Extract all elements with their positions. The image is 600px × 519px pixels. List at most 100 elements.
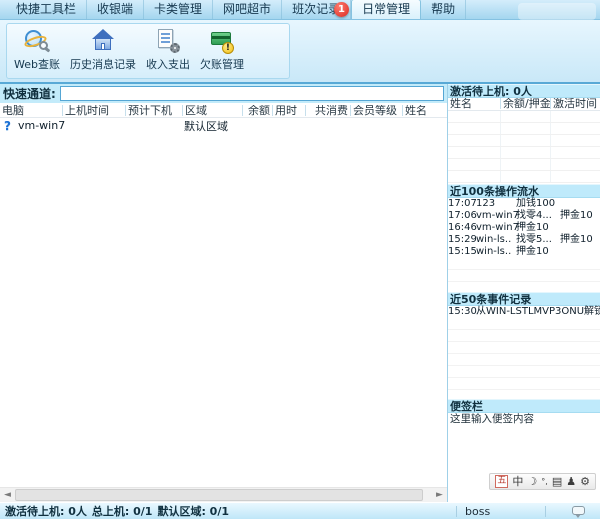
col-computer[interactable]: 电脑 xyxy=(0,105,62,116)
op-time: 15:29 xyxy=(448,234,476,246)
col-expected-end[interactable]: 预计下机 xyxy=(125,105,182,116)
chinese-mode-icon[interactable]: 中 xyxy=(512,475,523,488)
settings-wrench-icon[interactable]: ⚙ xyxy=(580,475,590,488)
event-text: 从WIN-LSTLMVP3ONU解锁 xyxy=(476,306,600,318)
right-side-panel: 激活待上机: 0人 姓名 余额/押金 激活时间 近100条操作流水 17:07 … xyxy=(448,84,600,502)
op-target: win-ls.. xyxy=(476,246,516,258)
status-bar: 激活待上机: 0人 总上机: 0/1 默认区域: 0/1 boss xyxy=(0,502,600,519)
quick-channel-input[interactable] xyxy=(60,86,444,101)
toolbox-icon[interactable]: ♟ xyxy=(566,475,576,488)
notes-input[interactable]: 这里输入便签内容 xyxy=(448,413,600,426)
empty-row xyxy=(448,318,600,330)
tab-cashier[interactable]: 收银端 xyxy=(87,0,144,19)
col-area[interactable]: 区域 xyxy=(182,105,242,116)
notes-section: 便签栏 这里输入便签内容 xyxy=(448,399,600,426)
operations-section-title: 近100条操作流水 xyxy=(448,184,600,198)
op-target: win-ls.. xyxy=(476,234,516,246)
op-action: 找零5... xyxy=(516,234,560,246)
col-used-time[interactable]: 用时 xyxy=(272,105,305,116)
message-bubble-icon[interactable] xyxy=(572,506,585,515)
quick-channel-bar: 快速通道: xyxy=(0,84,447,103)
col-act-name[interactable]: 姓名 xyxy=(448,98,500,109)
op-target: vm-win7 xyxy=(476,210,516,222)
op-action: 押金10 xyxy=(516,222,560,234)
empty-row xyxy=(448,123,600,135)
empty-row xyxy=(448,135,600,147)
empty-row xyxy=(448,147,600,159)
tab-quick-toolbar[interactable]: 快捷工具栏 xyxy=(6,0,87,19)
soft-keyboard-icon[interactable]: ▤ xyxy=(552,475,562,488)
ribbon-toolbar: Web查账 历史消息记录 收入支出 ! 欠账管理 xyxy=(0,20,600,84)
web-audit-icon xyxy=(24,28,50,54)
operator-name: boss xyxy=(465,505,490,518)
empty-row xyxy=(448,342,600,354)
col-balance[interactable]: 余额 xyxy=(242,105,272,116)
computer-name: vm-win7 xyxy=(16,119,67,132)
empty-row xyxy=(448,258,600,270)
scrollbar-thumb[interactable] xyxy=(15,489,423,501)
op-extra: 押金10 xyxy=(560,234,600,246)
ribbon-group: Web查账 历史消息记录 收入支出 ! 欠账管理 xyxy=(6,23,290,79)
operations-section: 近100条操作流水 17:07 123 加钱100 17:06 vm-win7 … xyxy=(448,184,600,294)
op-time: 15:15 xyxy=(448,246,476,258)
events-section-title: 近50条事件记录 xyxy=(448,292,600,306)
empty-row xyxy=(448,378,600,390)
tab-daily-management[interactable]: 日常管理 xyxy=(351,0,421,19)
history-message-icon xyxy=(90,28,116,54)
op-extra xyxy=(560,198,600,210)
debt-management-icon: ! xyxy=(209,28,235,54)
op-action: 找零4... xyxy=(516,210,560,222)
tab-cafe-market[interactable]: 网吧超市 xyxy=(213,0,282,19)
notes-section-title: 便签栏 xyxy=(448,399,600,413)
col-act-deposit[interactable]: 余额/押金 xyxy=(500,98,550,109)
income-expense-label: 收入支出 xyxy=(146,56,190,72)
status-divider xyxy=(545,506,546,517)
quick-channel-label: 快速通道: xyxy=(3,85,56,102)
web-audit-button[interactable]: Web查账 xyxy=(9,26,65,76)
empty-row xyxy=(448,270,600,282)
col-member-level[interactable]: 会员等级 xyxy=(350,105,402,116)
op-time: 16:46 xyxy=(448,222,476,234)
horizontal-scrollbar[interactable]: ◄ ► xyxy=(0,487,447,502)
status-divider xyxy=(456,506,457,517)
col-start-time[interactable]: 上机时间 xyxy=(62,105,125,116)
status-default-area: 默认区域: 0/1 xyxy=(157,503,229,519)
op-extra xyxy=(560,222,600,234)
activation-section-title: 激活待上机: 0人 xyxy=(448,84,600,98)
operation-row: 17:07 123 加钱100 xyxy=(448,198,600,210)
empty-row xyxy=(448,111,600,123)
status-activation: 激活待上机: 0人 xyxy=(5,503,87,519)
tab-help[interactable]: 帮助 xyxy=(421,0,466,19)
tabbar-highlight xyxy=(518,3,596,20)
debt-management-label: 欠账管理 xyxy=(200,56,244,72)
col-total-spent[interactable]: 共消费 xyxy=(305,105,350,116)
scroll-left-arrow-icon[interactable]: ◄ xyxy=(0,488,15,502)
question-icon: ? xyxy=(2,119,13,133)
computer-row[interactable]: ? vm-win7 默认区域 xyxy=(0,118,447,133)
event-row: 15:30 从WIN-LSTLMVP3ONU解锁 xyxy=(448,306,600,318)
history-message-label: 历史消息记录 xyxy=(70,56,136,72)
op-extra: 押金10 xyxy=(560,210,600,222)
halfwidth-moon-icon[interactable]: ☽ xyxy=(527,475,537,488)
activation-table-header: 姓名 余额/押金 激活时间 xyxy=(448,98,600,111)
operation-row: 15:15 win-ls.. 押金10 xyxy=(448,246,600,258)
scroll-right-arrow-icon[interactable]: ► xyxy=(432,488,447,502)
col-name[interactable]: 姓名 xyxy=(402,105,447,116)
operation-row: 15:29 win-ls.. 找零5... 押金10 xyxy=(448,234,600,246)
operation-row: 16:46 vm-win7 押金10 xyxy=(448,222,600,234)
op-time: 17:07 xyxy=(448,198,476,210)
income-expense-button[interactable]: 收入支出 xyxy=(141,26,195,76)
history-message-button[interactable]: 历史消息记录 xyxy=(65,26,141,76)
event-time: 15:30 xyxy=(448,306,476,318)
operation-row: 17:06 vm-win7 找零4... 押金10 xyxy=(448,210,600,222)
col-act-time[interactable]: 激活时间 xyxy=(550,98,600,109)
events-section: 近50条事件记录 15:30 从WIN-LSTLMVP3ONU解锁 xyxy=(448,292,600,390)
op-target: 123 xyxy=(476,198,516,210)
wubi-mode-icon[interactable]: 五 xyxy=(495,475,508,488)
tab-card-management[interactable]: 卡类管理 xyxy=(144,0,213,19)
empty-row xyxy=(448,354,600,366)
op-time: 17:06 xyxy=(448,210,476,222)
computer-table-header: 电脑 上机时间 预计下机 区域 余额 用时 共消费 会员等级 姓名 xyxy=(0,103,447,118)
debt-management-button[interactable]: ! 欠账管理 xyxy=(195,26,249,76)
punctuation-icon[interactable]: °, xyxy=(541,475,548,488)
